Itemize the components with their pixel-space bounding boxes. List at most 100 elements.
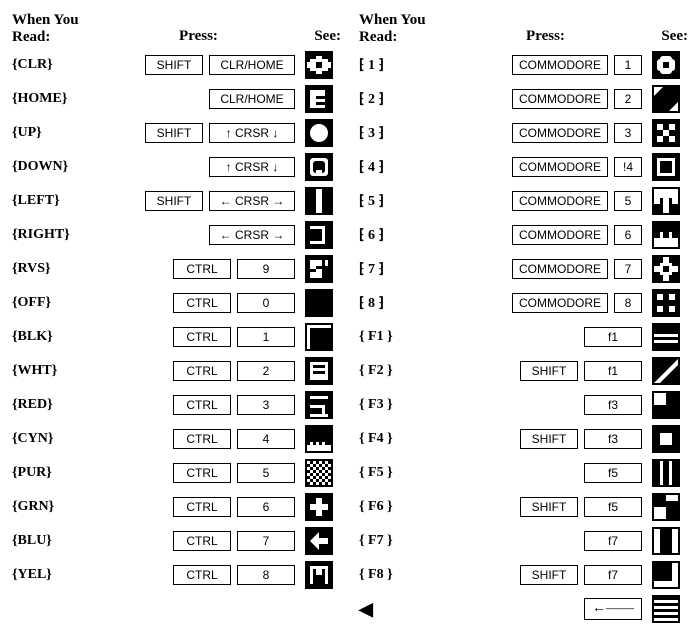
petscii-glyph-icon [305, 85, 333, 113]
petscii-glyph-icon [652, 51, 680, 79]
keycap: CTRL [173, 565, 231, 585]
keycap: f7 [584, 531, 642, 551]
key-row: ⁅ 3 ⁆ COMMODORE 3 [359, 119, 688, 147]
read-label: {UP} [12, 125, 92, 141]
keycap: SHIFT [520, 429, 578, 449]
header-read: When You Read: [359, 12, 439, 45]
petscii-glyph-icon [305, 459, 333, 487]
read-label: ⁅ 3 ⁆ [359, 125, 439, 142]
read-label: ⁅ 5 ⁆ [359, 193, 439, 210]
read-label: {RVS} [12, 261, 92, 277]
petscii-glyph-icon [652, 255, 680, 283]
keycap: CTRL [173, 395, 231, 415]
key-row: {RIGHT} ← CRSR → [12, 221, 341, 249]
key-row: { F3 } f3 [359, 391, 688, 419]
keycap: 2 [614, 89, 642, 109]
petscii-glyph-icon [652, 187, 680, 215]
key-row: {OFF} CTRL 0 [12, 289, 341, 317]
keycap: COMMODORE [512, 259, 608, 279]
read-label: { F7 } [359, 533, 439, 549]
key-row: ⁅ 2 ⁆ COMMODORE 2 [359, 85, 688, 113]
keycap: COMMODORE [512, 89, 608, 109]
petscii-glyph-icon [652, 85, 680, 113]
key-row: {CYN} CTRL 4 [12, 425, 341, 453]
read-label: {CYN} [12, 431, 92, 447]
keycap: !4 [614, 157, 642, 177]
keycap: CTRL [173, 361, 231, 381]
keycap: ←—— [584, 598, 642, 621]
read-label: { F6 } [359, 499, 439, 515]
key-row: {RVS} CTRL 9 [12, 255, 341, 283]
read-label: {BLK} [12, 329, 92, 345]
header-see: See: [305, 28, 341, 45]
keycap: f5 [584, 497, 642, 517]
key-row: {GRN} CTRL 6 [12, 493, 341, 521]
left-column: When You Read: Press: See: {CLR} SHIFT C… [12, 12, 341, 629]
petscii-glyph-icon [305, 289, 333, 317]
read-label: {RIGHT} [12, 227, 92, 243]
petscii-glyph-icon [305, 119, 333, 147]
petscii-glyph-icon [652, 323, 680, 351]
read-label: { F5 } [359, 465, 439, 481]
petscii-glyph-icon [305, 221, 333, 249]
petscii-glyph-icon [652, 425, 680, 453]
key-row: {RED} CTRL 3 [12, 391, 341, 419]
key-row: {HOME} CLR/HOME [12, 85, 341, 113]
petscii-glyph-icon [305, 323, 333, 351]
keycap: f3 [584, 395, 642, 415]
read-label: { F4 } [359, 431, 439, 447]
keycap: 4 [237, 429, 295, 449]
keycap: ↑ CRSR ↓ [209, 157, 295, 177]
keycap: CLR/HOME [209, 55, 295, 75]
keycap: COMMODORE [512, 157, 608, 177]
header-read: When You Read: [12, 12, 92, 45]
key-row: { F8 } SHIFT f7 [359, 561, 688, 589]
read-label: {CLR} [12, 57, 92, 73]
keycap: 0 [237, 293, 295, 313]
petscii-glyph-icon [305, 493, 333, 521]
keycap: COMMODORE [512, 293, 608, 313]
read-label: {PUR} [12, 465, 92, 481]
keycap: SHIFT [520, 497, 578, 517]
petscii-glyph-icon [652, 561, 680, 589]
read-label: {GRN} [12, 499, 92, 515]
petscii-glyph-icon [652, 153, 680, 181]
read-label: {BLU} [12, 533, 92, 549]
key-row: { F1 } f1 [359, 323, 688, 351]
keycap: 1 [237, 327, 295, 347]
read-label: { F3 } [359, 397, 439, 413]
keycap: 5 [614, 191, 642, 211]
key-row: { F2 } SHIFT f1 [359, 357, 688, 385]
key-row: {DOWN} ↑ CRSR ↓ [12, 153, 341, 181]
keycap: 8 [237, 565, 295, 585]
keycap: CTRL [173, 531, 231, 551]
key-row: ◀ ←—— [359, 595, 688, 623]
keycap: 5 [237, 463, 295, 483]
keycap: SHIFT [145, 123, 203, 143]
key-row: {UP} SHIFT ↑ CRSR ↓ [12, 119, 341, 147]
petscii-glyph-icon [652, 595, 680, 623]
petscii-glyph-icon [305, 357, 333, 385]
read-label: {OFF} [12, 295, 92, 311]
keycap: f7 [584, 565, 642, 585]
petscii-glyph-icon [652, 391, 680, 419]
keycap: SHIFT [145, 191, 203, 211]
keycap: 3 [614, 123, 642, 143]
read-label: {DOWN} [12, 159, 92, 175]
read-label: ⁅ 2 ⁆ [359, 91, 439, 108]
read-label: {LEFT} [12, 193, 92, 209]
key-row: {YEL} CTRL 8 [12, 561, 341, 589]
petscii-glyph-icon [305, 391, 333, 419]
petscii-glyph-icon [305, 425, 333, 453]
keycap: COMMODORE [512, 225, 608, 245]
keycap: f1 [584, 327, 642, 347]
read-label: { F8 } [359, 567, 439, 583]
keycap: f3 [584, 429, 642, 449]
read-label: ⁅ 7 ⁆ [359, 261, 439, 278]
read-label: ⁅ 1 ⁆ [359, 57, 439, 74]
petscii-glyph-icon [305, 527, 333, 555]
key-row: ⁅ 7 ⁆ COMMODORE 7 [359, 255, 688, 283]
read-label: ⁅ 4 ⁆ [359, 159, 439, 176]
keycap: COMMODORE [512, 191, 608, 211]
key-row: { F5 } f5 [359, 459, 688, 487]
